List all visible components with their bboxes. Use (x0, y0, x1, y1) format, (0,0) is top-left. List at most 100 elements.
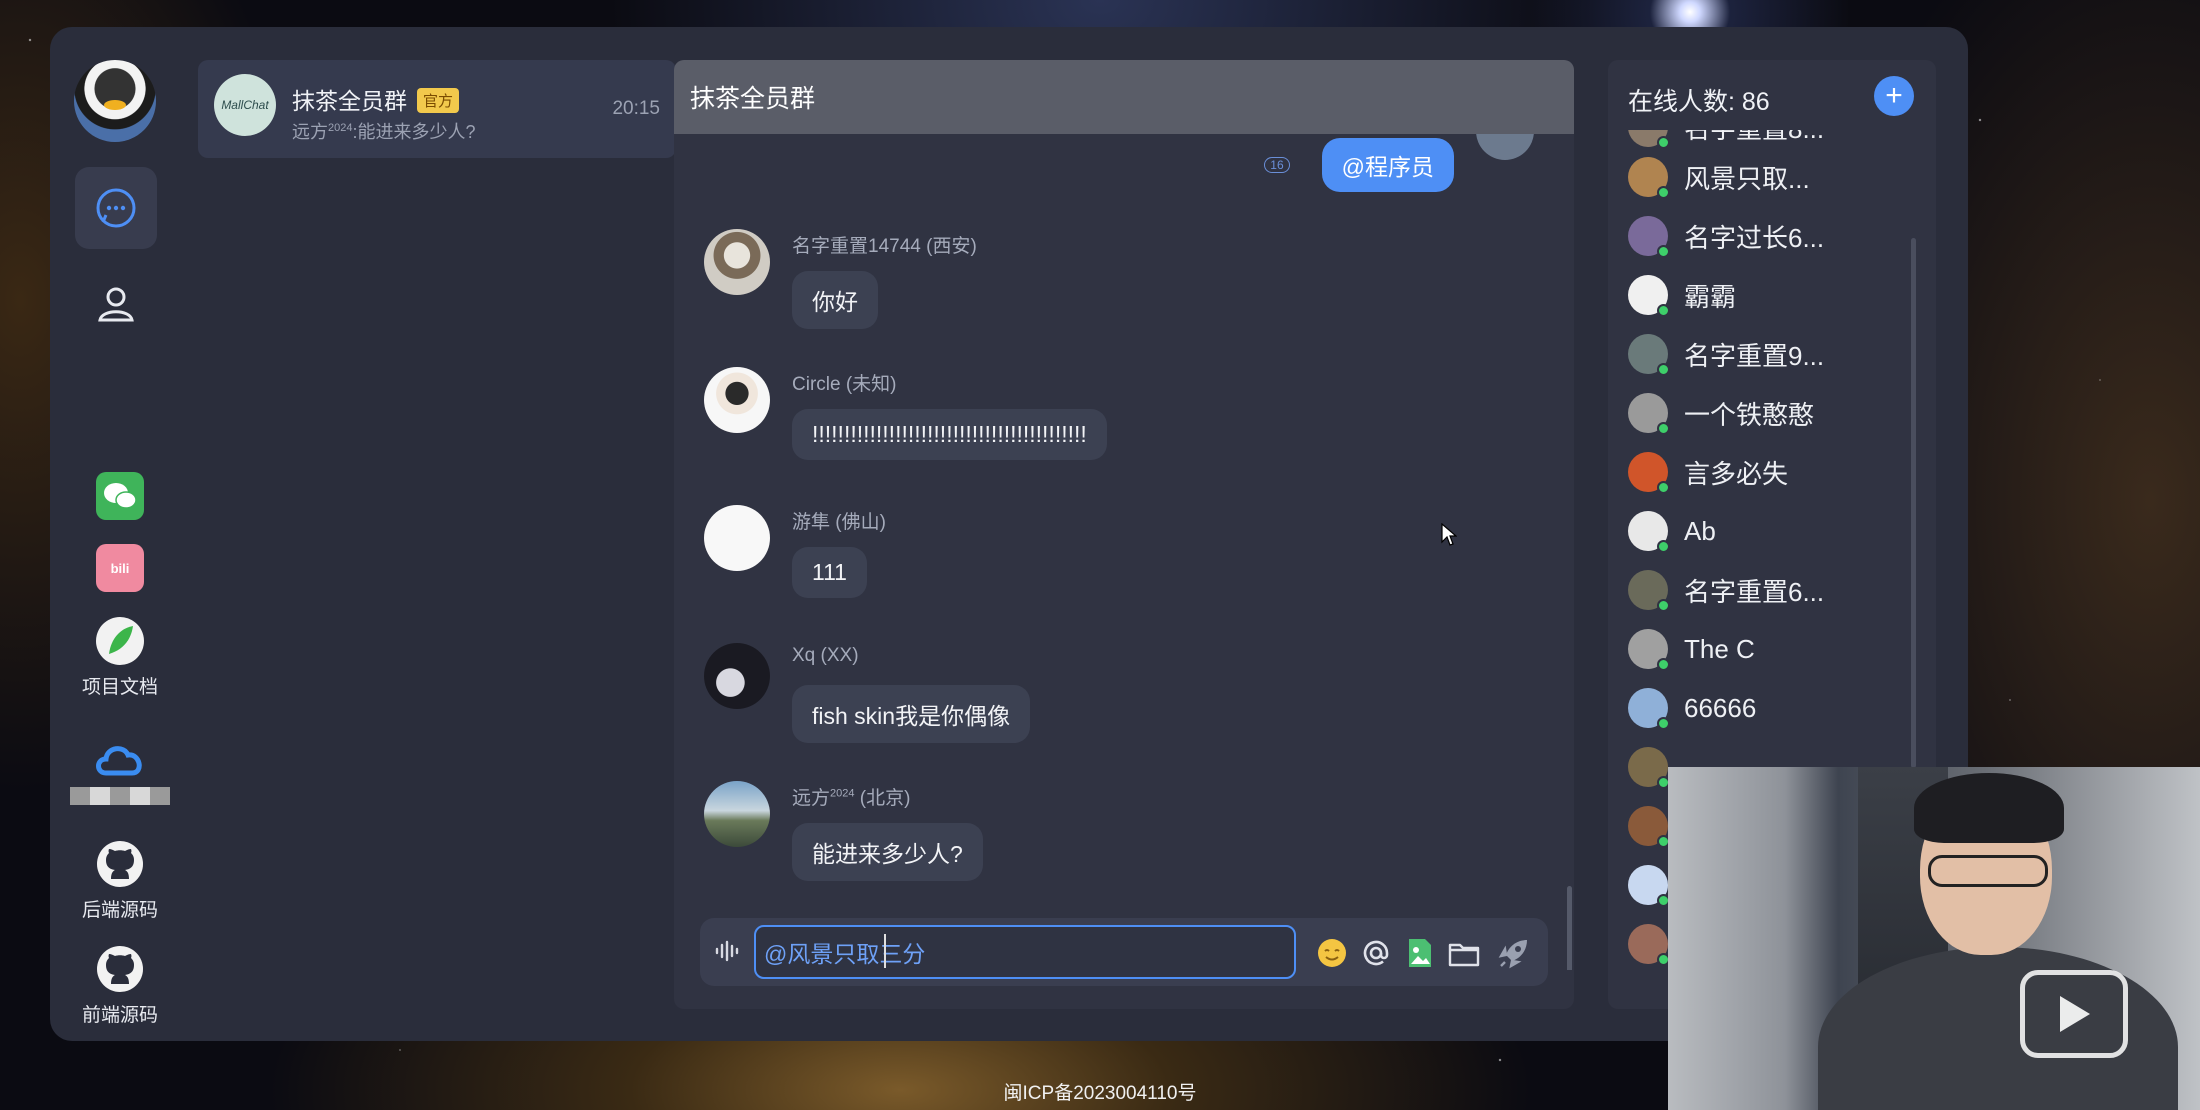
chat-bubble-icon (96, 188, 136, 228)
wechat-icon (96, 472, 144, 520)
online-user[interactable]: 霸霸 (1628, 270, 1736, 320)
online-status-dot (1657, 136, 1670, 149)
message-avatar[interactable] (704, 643, 770, 709)
online-user[interactable]: 一个铁憨憨 (1628, 388, 1814, 438)
conversation-preview: 远方2024:能进来多少人? (292, 118, 476, 144)
official-badge: 官方 (417, 88, 460, 113)
nav-link-docs[interactable]: 项目文档 (50, 616, 190, 699)
preview-user: 远方 (292, 122, 328, 142)
message-bubble: @程序员 (1321, 138, 1454, 192)
image-icon (1409, 939, 1431, 967)
user-avatar (1628, 393, 1670, 435)
user-avatar (1628, 570, 1670, 612)
mention-icon (1363, 940, 1389, 966)
conversation-name: 抹茶全员群 官方 (292, 82, 460, 116)
user-avatar (1628, 511, 1670, 553)
message-bubble: !!!!!!!!!!!!!!!!!!!!!!!!!!!!!!!!!!!!!!!!… (792, 409, 1107, 460)
message-author: 远方2024 (北京) (792, 783, 910, 810)
left-nav: bili 项目文档 后端源码 前端源码 (50, 27, 190, 1041)
nav-link-wechat[interactable] (50, 472, 190, 520)
online-user[interactable]: 名字重置8... (1628, 130, 1824, 152)
message-scrollbar[interactable] (1567, 886, 1572, 970)
icp-footer[interactable]: 闽ICP备2023004110号 (0, 1078, 2200, 1105)
blurred-label (70, 787, 170, 805)
nav-link-frontend-source[interactable]: 前端源码 (50, 944, 190, 1027)
feather-icon (96, 617, 144, 665)
user-name: 名字重置9... (1684, 340, 1825, 371)
message-avatar[interactable] (704, 781, 770, 847)
online-user[interactable]: 名字重置9... (1628, 329, 1824, 379)
nav-link-backend-source[interactable]: 后端源码 (50, 839, 190, 922)
user-name: The C (1684, 633, 1755, 664)
author-name: 远方 (792, 788, 831, 809)
self-message: 16 @程序员 (1264, 138, 1454, 192)
user-avatar (1628, 452, 1670, 494)
conversation-time: 20:15 (612, 98, 660, 119)
online-user[interactable]: Ab (1628, 506, 1716, 556)
plus-icon: + (1885, 79, 1903, 112)
self-avatar (1476, 134, 1534, 160)
message-avatar[interactable] (704, 229, 770, 295)
user-avatar[interactable] (74, 60, 156, 142)
author-sup: 2024 (830, 787, 855, 800)
online-user[interactable]: 66666 (1628, 683, 1756, 733)
message-input[interactable] (754, 925, 1296, 979)
nav-link-label: 项目文档 (81, 677, 158, 698)
message-author: Circle (未知) (792, 374, 897, 395)
online-count: 在线人数: 86 (1628, 88, 1770, 116)
message-bubble: 你好 (792, 271, 878, 329)
file-button[interactable] (1446, 935, 1482, 971)
user-avatar (1628, 334, 1670, 376)
read-count-badge[interactable]: 16 (1264, 157, 1290, 173)
online-user[interactable]: 风景只取... (1628, 152, 1810, 202)
message-list[interactable]: 16 @程序员 名字重置14744 (西安) 你好 Circle (未知) !!… (674, 134, 1574, 970)
message-avatar[interactable] (704, 367, 770, 433)
online-status-dot (1657, 304, 1670, 317)
mouse-cursor-icon (1441, 523, 1457, 546)
conversation-item[interactable]: MallChat 抹茶全员群 官方 远方2024:能进来多少人? 20:15 (198, 60, 676, 158)
send-rocket-icon (1498, 940, 1527, 969)
online-user[interactable]: The C (1628, 624, 1755, 674)
play-button[interactable] (2020, 970, 2128, 1058)
github-icon (97, 946, 143, 992)
cloud-icon (96, 746, 142, 776)
nav-link-cloud[interactable] (50, 739, 190, 805)
online-status-dot (1657, 540, 1670, 553)
conversation-list: MallChat 抹茶全员群 官方 远方2024:能进来多少人? 20:15 (198, 27, 676, 1041)
nav-link-label: 后端源码 (81, 900, 158, 921)
mention-button[interactable] (1358, 935, 1394, 971)
nav-contacts[interactable] (75, 263, 157, 345)
text-caret (884, 934, 886, 968)
user-avatar (1628, 157, 1670, 199)
preview-user-sup: 2024 (328, 122, 353, 134)
contacts-icon (98, 287, 134, 322)
user-name: 风景只取... (1684, 163, 1810, 194)
voice-wave-icon[interactable] (714, 938, 740, 964)
online-user[interactable]: 名字过长6... (1628, 211, 1824, 261)
image-button[interactable] (1402, 935, 1438, 971)
message-avatar[interactable] (704, 505, 770, 571)
bilibili-icon: bili (96, 544, 144, 592)
nav-link-bilibili[interactable]: bili (50, 544, 190, 592)
online-user[interactable]: 名字重置6... (1628, 565, 1824, 615)
nav-link-label: 前端源码 (81, 1005, 158, 1026)
online-status-dot (1657, 363, 1670, 376)
play-icon (2060, 996, 2090, 1032)
message-author: Xq (XX) (792, 645, 859, 666)
group-avatar: MallChat (214, 74, 276, 136)
online-status-dot (1657, 481, 1670, 494)
user-avatar (1628, 130, 1670, 149)
conversation-title: 抹茶全员群 (292, 88, 407, 114)
user-list-scrollbar[interactable] (1911, 238, 1916, 768)
online-user[interactable]: 言多必失 (1628, 447, 1788, 497)
nav-chat[interactable] (75, 167, 157, 249)
user-avatar (1628, 806, 1670, 848)
send-button[interactable] (1496, 935, 1532, 971)
add-button[interactable]: + (1874, 76, 1914, 116)
emoji-button[interactable] (1314, 935, 1350, 971)
emoji-icon (1318, 939, 1346, 967)
user-name: 霸霸 (1684, 281, 1737, 312)
message-bubble: 能进来多少人? (792, 823, 983, 881)
message-composer (700, 918, 1548, 986)
message-author: 游隼 (佛山) (792, 512, 886, 533)
